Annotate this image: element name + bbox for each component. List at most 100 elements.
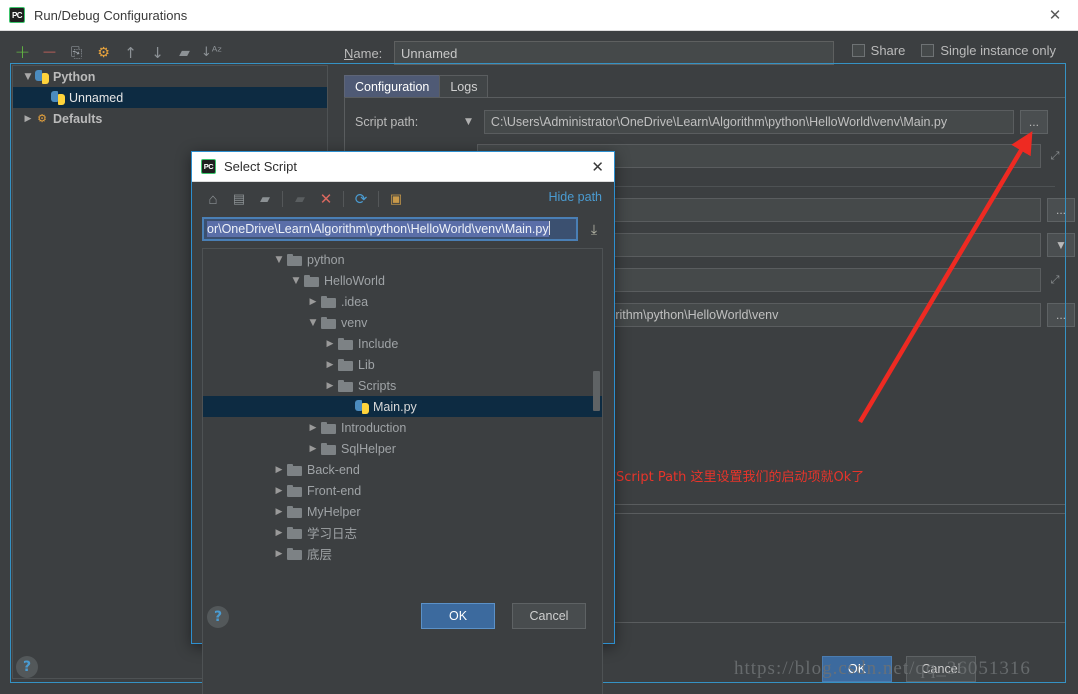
file-tree-row[interactable]: ▼ python — [203, 249, 602, 270]
dialog-toolbar: ⌂ ▤ ▰ ▰ ✕ ⟳ ▣ Hide path — [192, 182, 614, 216]
chevron-down-icon[interactable]: ▼ — [288, 276, 304, 286]
close-icon[interactable]: ✕ — [1032, 0, 1078, 30]
file-tree-label: 底层 — [307, 548, 333, 562]
script-path-browse-button[interactable]: ... — [1019, 110, 1048, 134]
file-tree-row[interactable]: ▶ Scripts — [203, 375, 602, 396]
move-down-button[interactable]: ↓ — [145, 41, 170, 65]
close-icon: ✕ — [319, 191, 333, 208]
share-checkbox[interactable] — [851, 44, 865, 57]
file-tree-row[interactable]: ▶ .idea — [203, 291, 602, 312]
show-hidden-button[interactable]: ▣ — [383, 187, 409, 211]
file-tree-row[interactable]: ▶ SqlHelper — [203, 438, 602, 459]
refresh-button[interactable]: ⟳ — [348, 187, 374, 211]
dialog-button-bar: ? OK Cancel — [192, 603, 614, 633]
chevron-right-icon[interactable]: ▶ — [305, 297, 321, 307]
chevron-down-icon[interactable]: ▼ — [465, 117, 472, 127]
chevron-right-icon[interactable]: ▶ — [322, 360, 338, 370]
desktop-icon: ▤ — [232, 191, 246, 206]
chevron-right-icon[interactable]: ▶ — [21, 114, 35, 124]
chevron-down-icon[interactable]: ▼ — [21, 72, 35, 82]
expand-icon[interactable]: ⤢ — [1041, 268, 1069, 292]
chevron-right-icon[interactable]: ▶ — [271, 465, 287, 475]
dialog-help-button[interactable]: ? — [207, 606, 229, 628]
file-tree-row[interactable]: ▼ HelloWorld — [203, 270, 602, 291]
tree-item-label: Defaults — [53, 111, 103, 126]
folder-icon — [321, 316, 336, 329]
expand-icon[interactable]: ⤢ — [1041, 144, 1069, 168]
move-into-folder-button[interactable]: ▰ — [172, 41, 197, 65]
help-button[interactable]: ? — [16, 656, 38, 678]
file-tree-row[interactable]: ▶ Include — [203, 333, 602, 354]
copy-icon: ⎘ — [70, 44, 83, 61]
add-configuration-button[interactable]: + — [10, 41, 35, 65]
file-tree-row[interactable]: Main.py — [203, 396, 602, 417]
file-tree-row[interactable]: ▶ Back-end — [203, 459, 602, 480]
desktop-button[interactable]: ▤ — [226, 187, 252, 211]
plus-icon: + — [14, 41, 31, 63]
move-up-button[interactable]: ↑ — [118, 41, 143, 65]
folder-up-button[interactable]: ▰ — [252, 187, 278, 211]
dialog-ok-button[interactable]: OK — [421, 603, 495, 629]
chevron-right-icon[interactable]: ▶ — [305, 423, 321, 433]
chevron-down-icon[interactable]: ▼ — [271, 255, 287, 265]
tree-item-python[interactable]: ▼ Python — [13, 66, 327, 87]
file-tree-row[interactable]: ▶ MyHelper — [203, 501, 602, 522]
tab-logs[interactable]: Logs — [439, 75, 489, 98]
folder-icon — [338, 337, 353, 350]
remove-configuration-button[interactable]: − — [37, 41, 62, 65]
python-icon — [51, 90, 65, 105]
path-input[interactable]: or\OneDrive\Learn\Algorithm\python\Hello… — [202, 217, 578, 241]
share-label: Share — [870, 43, 906, 58]
delete-button[interactable]: ✕ — [313, 187, 339, 211]
dialog-cancel-button[interactable]: Cancel — [512, 603, 586, 629]
share-checkbox-wrap[interactable]: Share — [851, 43, 906, 58]
name-input[interactable] — [394, 41, 834, 65]
folder-icon — [338, 358, 353, 371]
single-instance-checkbox-wrap[interactable]: Single instance only — [921, 43, 1056, 58]
tree-scrollbar-thumb[interactable] — [593, 371, 600, 411]
sort-icon: ↓ᴬᶻ — [200, 45, 223, 60]
python-icon — [355, 399, 369, 414]
chevron-right-icon[interactable]: ▶ — [271, 528, 287, 538]
file-tree-label: Lib — [358, 357, 375, 372]
close-icon[interactable]: ✕ — [591, 158, 604, 176]
hide-path-link[interactable]: Hide path — [548, 190, 602, 204]
file-tree-label: Main.py — [373, 399, 417, 414]
chevron-right-icon[interactable]: ▶ — [271, 549, 287, 559]
folder-icon — [287, 463, 302, 476]
path-bar: or\OneDrive\Learn\Algorithm\python\Hello… — [202, 217, 605, 241]
interpreter-dropdown-button[interactable]: ▼ — [1047, 233, 1075, 257]
save-icon[interactable]: ⤓ — [583, 221, 605, 238]
copy-configuration-button[interactable]: ⎘ — [64, 41, 89, 65]
name-label: Name: — [344, 45, 383, 61]
arrow-down-icon: ↓ — [151, 43, 164, 62]
chevron-right-icon[interactable]: ▶ — [305, 444, 321, 454]
edit-templates-button[interactable]: ⚙ — [91, 41, 116, 65]
tree-item-defaults[interactable]: ▶ ⚙ Defaults — [13, 108, 327, 129]
tab-configuration[interactable]: Configuration — [344, 75, 441, 98]
home-button[interactable]: ⌂ — [200, 187, 226, 211]
file-tree-row[interactable]: ▼ venv — [203, 312, 602, 333]
single-instance-checkbox[interactable] — [921, 44, 935, 57]
new-folder-button[interactable]: ▰ — [287, 187, 313, 211]
tree-item-unnamed[interactable]: Unnamed — [13, 87, 327, 108]
environment-variables-browse-button[interactable]: ... — [1047, 198, 1075, 222]
chevron-down-icon[interactable]: ▼ — [305, 318, 321, 328]
chevron-right-icon[interactable]: ▶ — [322, 339, 338, 349]
file-tree-row[interactable]: ▶ Front-end — [203, 480, 602, 501]
script-path-input[interactable]: C:\Users\Administrator\OneDrive\Learn\Al… — [483, 110, 1014, 134]
file-tree-row[interactable]: ▶ Lib — [203, 354, 602, 375]
folder-icon — [321, 295, 336, 308]
show-hidden-icon: ▣ — [389, 191, 403, 206]
sort-configurations-button[interactable]: ↓ᴬᶻ — [199, 41, 224, 65]
chevron-right-icon[interactable]: ▶ — [271, 507, 287, 517]
file-tree-row[interactable]: ▶ Introduction — [203, 417, 602, 438]
chevron-right-icon[interactable]: ▶ — [271, 486, 287, 496]
dialog-title: Select Script — [224, 159, 297, 174]
file-tree-row[interactable]: ▶ 底层 — [203, 543, 602, 564]
working-directory-browse-button[interactable]: ... — [1047, 303, 1075, 327]
file-tree-label: MyHelper — [307, 504, 361, 519]
file-tree-row[interactable]: ▶ 学习日志 — [203, 522, 602, 543]
folder-icon — [321, 421, 336, 434]
chevron-right-icon[interactable]: ▶ — [322, 381, 338, 391]
